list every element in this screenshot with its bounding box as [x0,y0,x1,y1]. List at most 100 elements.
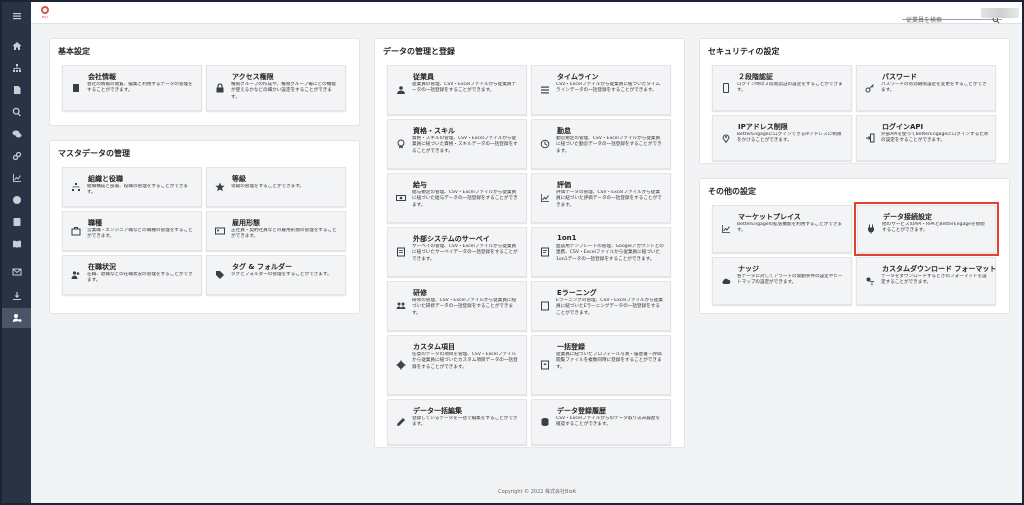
home-icon[interactable] [2,36,31,56]
chat-icon[interactable] [2,124,31,144]
card-title: データ登録履歴 [557,407,606,415]
card-title: 外部システムのサーベイ [413,235,490,243]
card-desc: ログイン時の２段階認証の設定をすることができます。 [737,82,843,94]
document-icon[interactable] [2,80,31,100]
card-desc: 従業員の管理、CSV・Excelファイルから従業員データの一括登録をすることがで… [412,82,517,94]
people-icon [71,270,81,280]
card-data-history[interactable]: データ登録履歴 CSV・Excelファイルからのデータ取り込み履歴を確認すること… [531,399,671,445]
user-settings-icon[interactable] [2,308,31,328]
card-timeline[interactable]: タイムライン CSV・Excelファイルから従業員に紐づいたタイムラインデータの… [531,65,671,115]
card-desc: 面談用テンプレートの管理、Googleアカウントとの連携、CSV・Excelファ… [556,244,664,262]
card-title: 資格・スキル [413,127,455,135]
card-custom-download-format[interactable]: カスタムダウンロード フォーマット データをダウンロードするときのフォーマットを… [856,257,996,305]
card-1on1[interactable]: 1on1 面談用テンプレートの管理、Googleアカウントとの連携、CSV・Ex… [531,227,671,277]
tag-icon [215,270,225,280]
card-title: 職種 [88,219,102,227]
link-icon[interactable] [2,146,31,166]
card-org-roles[interactable]: 組織と役職 組織構成と部署、役職の管理をすることができます。 [62,167,202,207]
panel-title: セキュリティの設定 [708,47,780,56]
gear-icon [396,360,406,370]
upload-icon [540,360,550,370]
employee-search-input[interactable] [902,14,988,27]
app-frame: BizA 基本設定 会社情報 会社の情報の閲覧、編集と利用するデータの管理をする… [2,2,1022,503]
card-two-factor[interactable]: ２段階認証 ログイン時の２段階認証の設定をすることができます。 [712,65,852,111]
card-desc: サーベイの管理、CSV・Excelファイルから従業員に紐づいたサーベイデータの一… [412,244,518,262]
panel-title: 基本設定 [58,47,90,56]
card-desc: 任意のデータの項目を管理、CSV・Excelファイルから従業員に紐づいたカスタム… [412,352,518,370]
analytics-icon[interactable] [2,168,31,188]
card-employment-type[interactable]: 雇用形態 正社員・契約社員などの雇用形態の管理をすることができます。 [206,211,346,251]
card-title: ログインAPI [882,123,924,131]
card-desc: 組織構成と部署、役職の管理をすることができます。 [87,184,189,196]
company-logo[interactable]: BizA [38,6,52,20]
card-title: 従業員 [413,73,434,81]
org-chart-icon[interactable] [2,58,31,78]
card-company-info[interactable]: 会社情報 会社の情報の閲覧、編集と利用するデータの管理をすることができます。 [62,65,202,111]
card-desc: CSV・Excelファイルからのデータ取り込み履歴を確認することができます。 [556,416,661,428]
card-desc: 外部APIを使ってBetterEngageにログインするための設定をすることがで… [881,132,989,144]
card-desc: Eラーニングの管理、CSV・Excelファイルから従業員に紐づいたEラーニングデ… [556,298,664,316]
card-title: パスワード [882,73,917,81]
card-login-api[interactable]: ログインAPI 外部APIを使ってBetterEngageにログインするための設… [856,115,996,161]
card-evaluation[interactable]: 評価 評価データの管理、CSV・Excelファイルから従業員に紐づいた評価データ… [531,173,671,223]
meeting-icon [540,247,550,257]
card-tag-folder[interactable]: タグ & フォルダー タグとフォルダーの管理をすることができます。 [206,255,346,295]
org-icon [71,182,81,192]
card-salary[interactable]: 給与 給与規定の管理、CSV・Excelファイルから従業員に紐づいた給与データの… [387,173,527,223]
card-external-survey[interactable]: 外部システムのサーベイ サーベイの管理、CSV・Excelファイルから従業員に紐… [387,227,527,277]
card-desc: CSV・Excelファイルから従業員に紐づいたタイムラインデータの一括登録をする… [556,82,661,94]
certificate-icon [396,139,406,149]
card-nudge[interactable]: ナッジ 各データに対してアラートの発動条件の設定やヒートマップの設定ができます。 [712,257,852,305]
training-icon [396,301,406,311]
card-desc: タグとフォルダーの管理をすることができます。 [231,272,332,277]
clock-icon [540,139,550,149]
book-icon[interactable] [2,234,31,254]
download-format-icon [865,276,875,286]
card-desc: 在職、退職などの在職状況の管理をすることができます。 [87,272,193,284]
profile-card-icon[interactable] [2,212,31,232]
card-desc: 等級の管理をすることができます。 [231,184,305,189]
download-icon[interactable] [2,286,31,306]
panel-title: その他の設定 [708,187,756,196]
card-title: 評価 [557,181,571,189]
search-icon[interactable] [2,102,31,122]
user-menu[interactable] [981,8,1019,18]
card-qualifications[interactable]: 資格・スキル 資格・スキルの管理、CSV・Excelファイルから従業員に紐づいた… [387,119,527,169]
card-desc: 研修の管理、CSV・Excelファイルから従業員に紐づいた研修データの一括登録を… [412,298,517,316]
card-desc: 権限グループの作成や、権限グループ毎にどの機能が使えるかなどの細かい設定をするこ… [231,82,336,100]
card-grade[interactable]: 等級 等級の管理をすることができます。 [206,167,346,207]
card-title: 在職状況 [88,263,116,271]
card-access-rights[interactable]: アクセス権限 権限グループの作成や、権限グループ毎にどの機能が使えるかなどの細か… [206,65,346,111]
footer-copyright: Copyright © 2022 株式会社BizA [498,489,576,495]
card-marketplace[interactable]: マーケットプレイス BetterEngageの拡張機能を利用することができます。 [712,205,852,253]
card-title: ナッジ [738,265,759,273]
panel-master-data: マスタデータの管理 組織と役職 組織構成と部署、役職の管理をすることができます。… [49,140,360,314]
history-icon [540,417,550,427]
card-title: 給与 [413,181,427,189]
panel-security: セキュリティの設定 ２段階認証 ログイン時の２段階認証の設定をすることができます… [699,38,1010,164]
card-attendance[interactable]: 勤怠 勤怠規定の管理、CSV・Excelファイルから従業員に紐づいた勤怠データの… [531,119,671,169]
evaluation-icon [540,193,550,203]
card-employees[interactable]: 従業員 従業員の管理、CSV・Excelファイルから従業員データの一括登録をする… [387,65,527,115]
card-job-type[interactable]: 職種 営業職・エンジニア職などの職種の管理をすることができます。 [62,211,202,251]
card-elearning[interactable]: Eラーニング Eラーニングの管理、CSV・Excelファイルから従業員に紐づいた… [531,281,671,331]
card-bulk-edit[interactable]: データ一括編集 登録しているデータを一括で編集をすることができます。 [387,399,527,445]
card-desc: BetterEngageの拡張機能を利用することができます。 [737,222,843,234]
mail-icon[interactable] [2,262,31,282]
card-title: 一括登録 [557,343,585,351]
card-desc: 営業職・エンジニア職などの職種の管理をすることができます。 [87,228,193,240]
card-password[interactable]: パスワード パスワードの有効期限設定を変更をすることができます。 [856,65,996,111]
card-title: カスタム項目 [413,343,455,351]
card-employment-status[interactable]: 在職状況 在職、退職などの在職状況の管理をすることができます。 [62,255,202,295]
login-icon [865,133,875,143]
card-ip-restriction[interactable]: IPアドレス制限 BetterEngageにログインできるIPアドレスに制限をか… [712,115,852,161]
card-custom-fields[interactable]: カスタム項目 任意のデータの項目を管理、CSV・Excelファイルから従業員に紐… [387,335,527,395]
info-icon[interactable] [2,190,31,210]
card-data-connection[interactable]: データ接続設定 他のサービスのAPI・RPAとBetterEngageを接続する… [854,202,999,256]
elearning-icon [540,301,550,311]
menu-icon[interactable] [2,6,31,26]
card-desc: 勤怠規定の管理、CSV・Excelファイルから従業員に紐づいた勤怠データの一括登… [556,136,662,154]
card-desc: 他のサービスのAPI・RPAとBetterEngageを接続することができます。 [882,222,985,234]
card-bulk-register[interactable]: 一括登録 従業員に紐づいたプロフィール写真・履歴書・評価閲覧ファイルを複数同時に… [531,335,671,395]
card-training[interactable]: 研修 研修の管理、CSV・Excelファイルから従業員に紐づいた研修データの一括… [387,281,527,331]
